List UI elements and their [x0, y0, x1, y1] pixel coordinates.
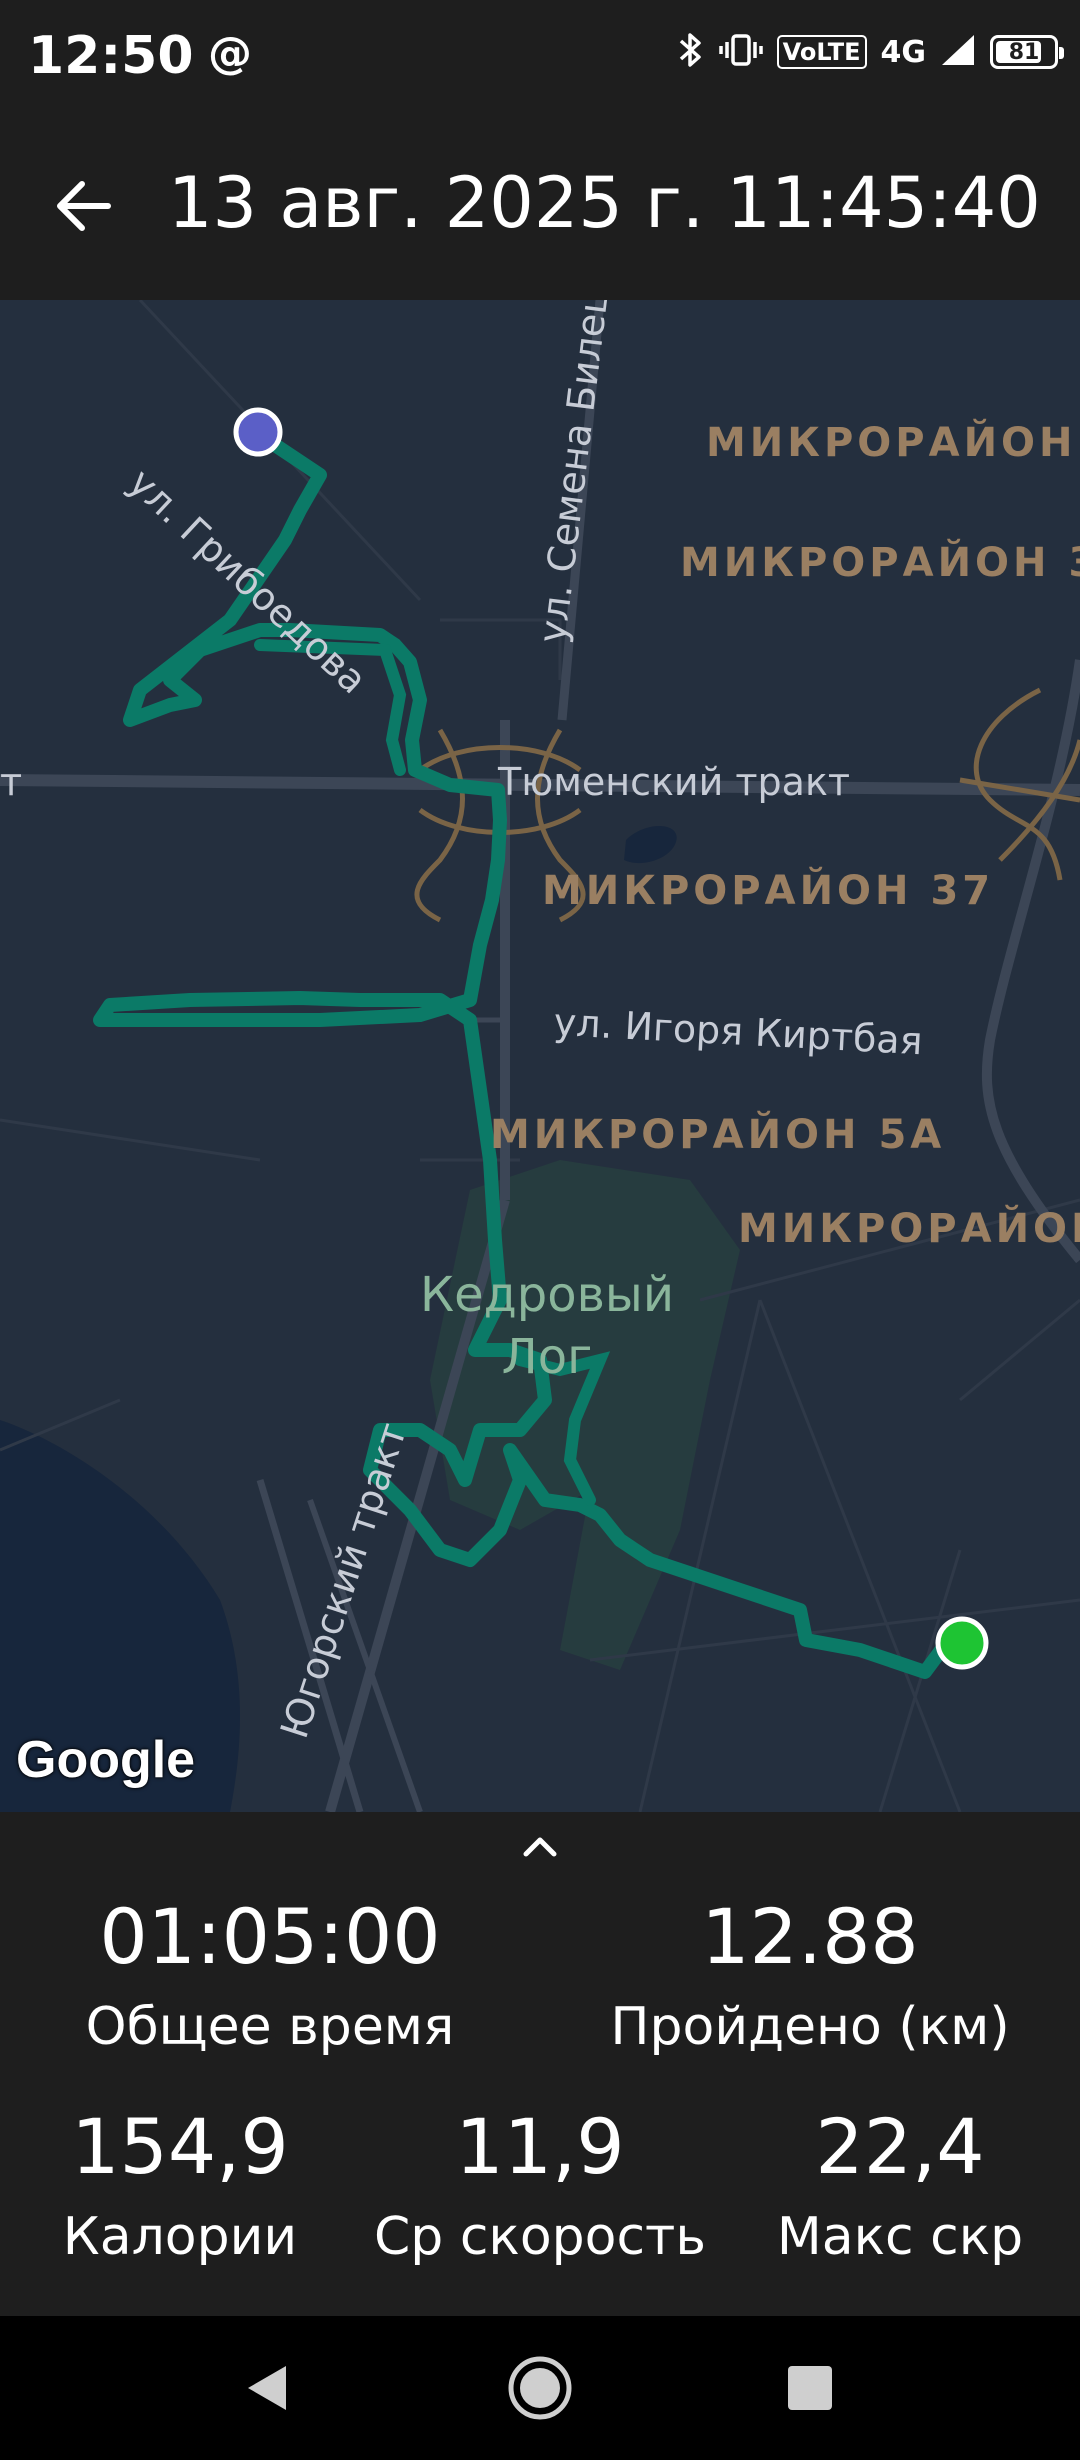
nav-home-button[interactable] [504, 2352, 576, 2424]
district-label: МИКРОРАЙОН 38 [680, 540, 1080, 586]
calories-label: Калории [62, 2207, 298, 2267]
volte-badge: VoLTE [776, 35, 867, 69]
nav-back-button[interactable] [232, 2352, 304, 2424]
street-label: т [0, 760, 23, 804]
status-time: 12:50 [28, 26, 194, 86]
distance-label: Пройдено (км) [610, 1997, 1010, 2057]
chevron-up-icon [523, 1837, 557, 1857]
arrow-left-icon [57, 181, 111, 231]
street-label: Тюменский тракт [498, 760, 851, 804]
park-area [430, 1160, 740, 1670]
park-label: Кедровый Лог [420, 1267, 675, 1385]
home-circle-icon [508, 2356, 572, 2420]
total-time-value: 01:05:00 [99, 1892, 441, 1981]
max-speed-value: 22,4 [815, 2102, 985, 2191]
recents-square-icon [788, 2366, 832, 2410]
status-bar: 12:50 @ VoLTE 4G 81 [0, 0, 1080, 110]
district-label: МИКРОРАЙОН 3 [706, 420, 1080, 466]
district-label: МИКРОРАЙОН 37 [542, 868, 995, 914]
google-attribution: Google [16, 1731, 196, 1789]
stat-calories: 154,9 Калории [20, 2102, 340, 2272]
calories-value: 154,9 [71, 2102, 289, 2191]
district-label: МИКРОРАЙОН 5А [490, 1112, 946, 1158]
avg-speed-label: Ср скорость [373, 2207, 706, 2267]
stats-panel: 01:05:00 Общее время 12.88 Пройдено (км)… [0, 1812, 1080, 2316]
status-icons: VoLTE 4G 81 [677, 30, 1064, 74]
signal-icon [940, 33, 976, 71]
battery-percent: 81 [1008, 39, 1040, 65]
notification-at-icon: @ [208, 28, 252, 79]
stat-avg-speed: 11,9 Ср скорость [360, 2102, 720, 2272]
total-time-label: Общее время [85, 1997, 455, 2057]
avg-speed-value: 11,9 [455, 2102, 625, 2191]
vibrate-icon [718, 32, 763, 72]
district-label: МИКРОРАЙОН [738, 1206, 1080, 1252]
end-marker [935, 1616, 989, 1670]
start-marker [233, 407, 283, 457]
bluetooth-icon [677, 30, 705, 74]
battery-icon: 81 [990, 35, 1064, 69]
stat-distance: 12.88 Пройдено (км) [580, 1892, 1040, 2062]
page-title: 13 авг. 2025 г. 11:45:40 [168, 162, 1041, 244]
nav-recents-button[interactable] [774, 2352, 846, 2424]
expand-button[interactable] [516, 1826, 564, 1866]
app-bar: 13 авг. 2025 г. 11:45:40 [0, 110, 1080, 300]
system-nav-bar [0, 2316, 1080, 2460]
pond [624, 825, 677, 864]
stat-max-speed: 22,4 Макс скр [740, 2102, 1060, 2272]
back-button[interactable] [48, 170, 120, 242]
distance-value: 12.88 [701, 1892, 919, 1981]
network-type: 4G [880, 34, 927, 70]
back-triangle-icon [248, 2366, 286, 2410]
max-speed-label: Макс скр [776, 2207, 1024, 2267]
stat-total-time: 01:05:00 Общее время [40, 1892, 500, 2062]
route-map[interactable]: МИКРОРАЙОН 3 МИКРОРАЙОН 38 МИКРОРАЙОН 37… [0, 300, 1080, 1812]
